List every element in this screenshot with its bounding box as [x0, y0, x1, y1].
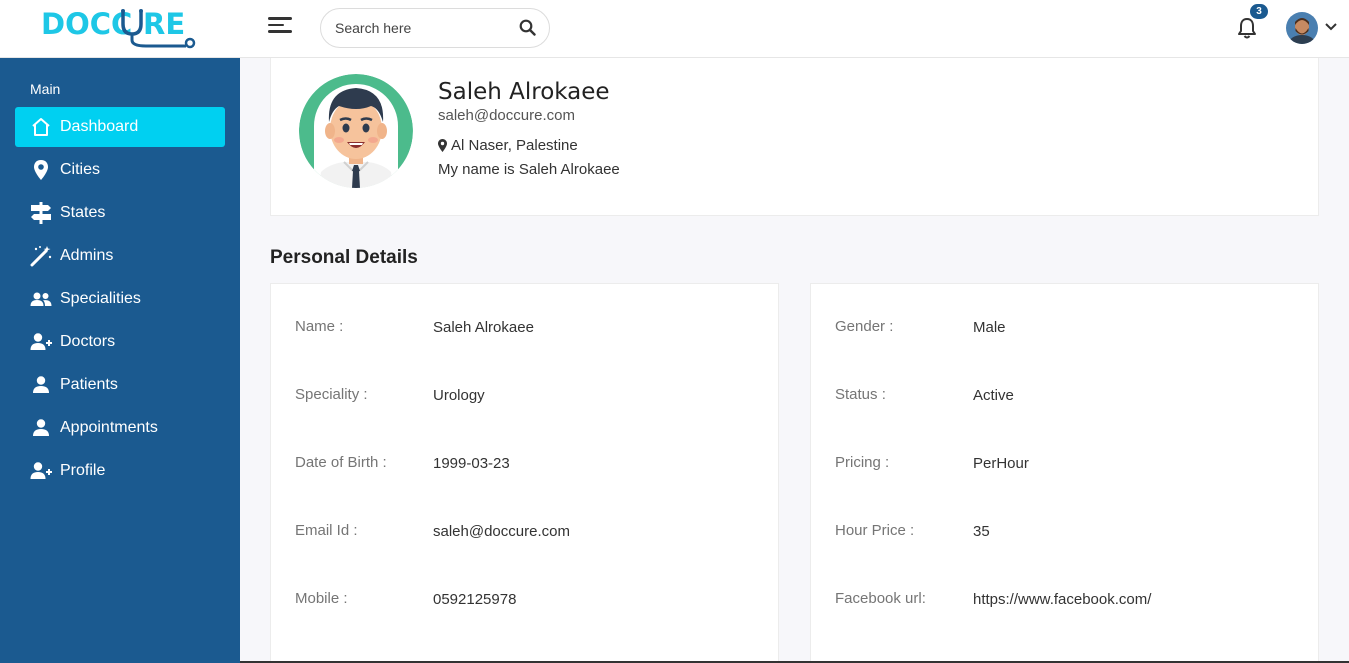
sidebar-item-label: Appointments [60, 419, 158, 436]
detail-value: Urology [433, 387, 485, 404]
menu-bar [268, 17, 292, 20]
chevron-down-icon[interactable] [1324, 20, 1338, 34]
detail-label: Facebook url: [835, 590, 926, 607]
detail-label: Email Id : [295, 522, 358, 539]
sidebar-menu: Dashboard Cities States Admins Specialit… [15, 107, 225, 494]
top-header: DOCC RE 3 [0, 0, 1349, 58]
search-icon[interactable] [519, 19, 537, 37]
sidebar-item-appointments[interactable]: Appointments [15, 408, 225, 448]
sidebar-item-label: Specialities [60, 290, 141, 307]
signpost-icon [30, 202, 52, 224]
detail-value: 0592125978 [433, 591, 517, 608]
sidebar-item-label: States [60, 204, 106, 221]
profile-email: saleh@doccure.com [438, 107, 575, 124]
profile-location: Al Naser, Palestine [438, 137, 578, 154]
sidebar-item-patients[interactable]: Patients [15, 365, 225, 405]
sidebar-toggle-button[interactable] [268, 17, 292, 39]
user-icon [30, 417, 52, 439]
detail-row: Date of Birth : 1999-03-23 [295, 454, 765, 478]
detail-label: Pricing : [835, 454, 890, 471]
search-input[interactable] [335, 18, 510, 38]
detail-row: Speciality : Urology [295, 386, 765, 410]
svg-text:RE: RE [143, 7, 185, 41]
detail-value: PerHour [973, 455, 1029, 472]
users-icon [30, 288, 52, 310]
magic-wand-icon [30, 245, 52, 267]
map-pin-icon [30, 159, 52, 181]
detail-label: Hour Price : [835, 522, 915, 539]
sidebar-item-dashboard[interactable]: Dashboard [15, 107, 225, 147]
user-plus-icon [30, 460, 52, 482]
logo-graphic: DOCC RE [41, 7, 196, 49]
detail-value: Active [973, 387, 1014, 404]
user-plus-icon [30, 331, 52, 353]
detail-row: Facebook url: https://www.facebook.com/ [835, 590, 1305, 614]
notification-bell-icon[interactable] [1236, 16, 1258, 40]
sidebar-item-label: Dashboard [60, 118, 139, 135]
detail-value: Saleh Alrokaee [433, 319, 534, 336]
sidebar-item-label: Profile [60, 462, 106, 479]
detail-value: https://www.facebook.com/ [973, 591, 1152, 608]
sidebar-item-cities[interactable]: Cities [15, 150, 225, 190]
sidebar-section-title: Main [30, 81, 61, 97]
detail-row: Email Id : saleh@doccure.com [295, 522, 765, 546]
user-icon [30, 374, 52, 396]
sidebar: Main Dashboard Cities States Admins Spec… [0, 58, 240, 663]
sidebar-item-profile[interactable]: Profile [15, 451, 225, 491]
detail-value: 1999-03-23 [433, 455, 510, 472]
profile-avatar [299, 74, 413, 188]
profile-about: My name is Saleh Alrokaee [438, 161, 620, 178]
sidebar-item-label: Admins [60, 247, 114, 264]
detail-row: Status : Active [835, 386, 1305, 410]
sidebar-item-label: Patients [60, 376, 118, 393]
sidebar-item-doctors[interactable]: Doctors [15, 322, 225, 362]
detail-value: Male [973, 319, 1006, 336]
sidebar-item-label: Doctors [60, 333, 116, 350]
svg-text:DOCC: DOCC [41, 7, 132, 41]
map-marker-icon [438, 139, 447, 152]
search-box [320, 8, 550, 48]
personal-details-title: Personal Details [270, 247, 418, 268]
sidebar-item-label: Cities [60, 161, 101, 178]
menu-bar [268, 23, 284, 26]
home-icon [30, 116, 52, 138]
detail-label: Speciality : [295, 386, 368, 403]
menu-bar [268, 30, 292, 33]
sidebar-item-admins[interactable]: Admins [15, 236, 225, 276]
sidebar-item-states[interactable]: States [15, 193, 225, 233]
detail-row: Gender : Male [835, 318, 1305, 342]
sidebar-item-specialities[interactable]: Specialities [15, 279, 225, 319]
detail-row: Name : Saleh Alrokaee [295, 318, 765, 342]
detail-label: Date of Birth : [295, 454, 387, 471]
personal-details-card-left: Name : Saleh Alrokaee Speciality : Urolo… [270, 283, 779, 663]
detail-label: Gender : [835, 318, 894, 335]
personal-details-card-right: Gender : Male Status : Active Pricing : … [810, 283, 1319, 663]
detail-row: Mobile : 0592125978 [295, 590, 765, 614]
doccure-logo[interactable]: DOCC RE [40, 6, 200, 50]
profile-header-card: Saleh Alrokaee saleh@doccure.com Al Nase… [270, 58, 1319, 216]
profile-location-text: Al Naser, Palestine [451, 137, 578, 154]
detail-row: Pricing : PerHour [835, 454, 1305, 478]
detail-label: Name : [295, 318, 344, 335]
detail-value: 35 [973, 523, 990, 540]
detail-value: saleh@doccure.com [433, 523, 570, 540]
detail-label: Mobile : [295, 590, 348, 607]
profile-name: Saleh Alrokaee [438, 79, 610, 105]
detail-label: Status : [835, 386, 886, 403]
notification-count-badge: 3 [1250, 4, 1268, 19]
detail-row: Hour Price : 35 [835, 522, 1305, 546]
user-avatar[interactable] [1286, 12, 1318, 44]
